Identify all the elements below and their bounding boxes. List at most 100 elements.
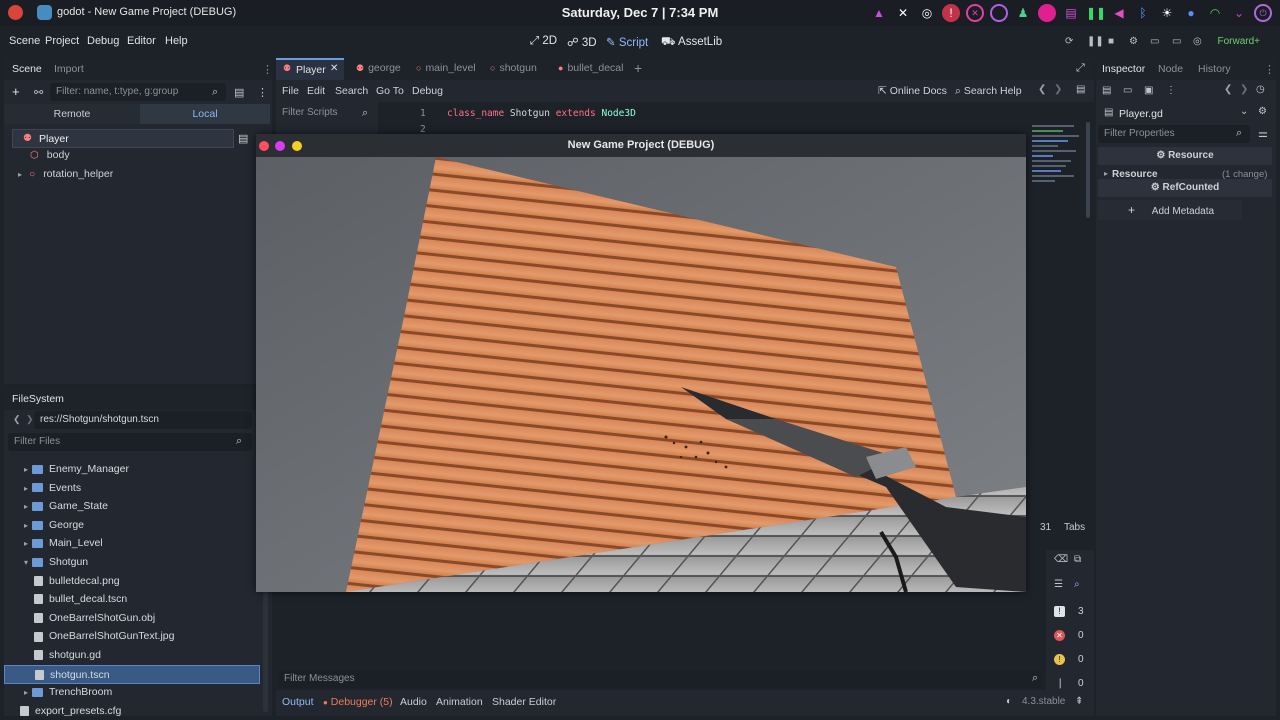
script-tab-shotgun[interactable]: ○ shotgun [490,62,537,74]
stop-button[interactable]: ■ [1108,36,1114,47]
chevron-right-icon[interactable]: ▸ [20,683,32,702]
file-tree-item[interactable]: ▸ Enemy_Manager [4,460,260,479]
file-tree-item[interactable]: ▸ TrenchBroom [4,683,260,702]
file-tree-item[interactable]: OneBarrelShotGunText.jpg [4,627,260,646]
dock-menu-icon[interactable]: ⋮ [1264,63,1275,76]
clipboard-icon[interactable]: ▤ [1062,4,1080,22]
script-menu-search[interactable]: Search [335,85,368,97]
notification-icon[interactable]: ▲ [870,4,888,22]
chevron-right-icon[interactable]: ▸ [20,534,32,553]
menu-scene[interactable]: Scene [9,35,40,47]
errors-icon[interactable]: ✕ [1054,630,1065,641]
path-field[interactable]: res://Shotgun/shotgun.tscn [34,411,252,429]
run-scene-icon[interactable]: ▭ [1150,36,1159,47]
search-toggle-icon[interactable]: ⌕ [1074,579,1080,590]
script-tab-bullet-decal[interactable]: ● bullet_decal [558,62,623,74]
toggle-panel-icon[interactable]: ▤ [1076,84,1085,95]
tab-import[interactable]: Import [54,63,84,75]
tab-shader-editor[interactable]: Shader Editor [492,696,556,708]
history-icon[interactable]: ◷ [1256,84,1265,95]
section-resource-header[interactable]: ⚙ Resource [1098,147,1272,165]
menu-editor[interactable]: Editor [127,35,156,47]
menu-debug[interactable]: Debug [87,35,119,47]
more-icon[interactable]: ⋮ [1166,85,1176,96]
volume-icon[interactable]: ◀ [1110,4,1128,22]
indent-mode[interactable]: Tabs [1064,522,1085,533]
warnings-icon[interactable]: ! [1054,654,1065,665]
save-icon[interactable]: ▣ [1144,85,1153,96]
remote-debug-icon[interactable]: ⚙ [1129,36,1138,47]
code-scrollbar[interactable] [1086,122,1090,218]
copy-icon[interactable]: ⧉ [1074,554,1081,565]
close-circle-icon[interactable]: ✕ [966,4,984,22]
file-tree-item[interactable]: ▸ George [4,516,260,535]
tab-inspector[interactable]: Inspector [1102,63,1145,75]
reload-icon[interactable]: ⟳ [1065,36,1073,47]
next-script-icon[interactable]: ❯ [1054,84,1062,95]
close-icon[interactable]: ✕ [330,63,338,74]
scene-menu-icon[interactable]: ⋮ [257,86,268,99]
tab-scene[interactable]: Scene [12,63,42,75]
section-refcounted-header[interactable]: ⚙ RefCounted [1098,179,1272,197]
menu-project[interactable]: Project [45,35,79,47]
alert-icon[interactable]: ! [942,4,960,22]
next-icon[interactable]: ❯ [1240,84,1248,95]
file-tree-item[interactable]: OneBarrelShotGun.obj [4,609,260,628]
back-icon[interactable]: ❮ [13,414,21,425]
dock-menu-icon[interactable]: ⋮ [262,63,273,76]
file-tree-item[interactable]: bullet_decal.tscn [4,590,260,609]
x-icon[interactable]: ✕ [894,4,912,22]
wifi-icon[interactable]: ◠ [1206,4,1224,22]
network-users-icon[interactable]: ♟ [1014,4,1032,22]
renderer-select[interactable]: Forward+ [1217,36,1260,47]
script-menu-file[interactable]: File [282,85,299,97]
script-attached-icon[interactable]: ▤ [238,132,248,145]
pause-icon[interactable]: ❚❚ [1086,4,1106,22]
script-tab-george[interactable]: ⚉ george [356,62,401,74]
tab-audio[interactable]: Audio [400,696,427,708]
workspace-assetlib-button[interactable]: ⛟ AssetLib [661,35,722,50]
filter-messages-input[interactable]: Filter Messages [278,670,1042,688]
game-viewport[interactable] [256,157,1026,592]
filter-files-input[interactable]: Filter Files [8,433,252,451]
tree-item-body[interactable]: ⬡ body [30,149,70,161]
forward-icon[interactable]: ❯ [26,414,34,425]
discord-icon[interactable]: ◎ [918,4,936,22]
tab-output[interactable]: Output [282,696,314,708]
script-tab-player[interactable]: ⚉ Player ✕ [276,58,344,80]
open-folder-icon[interactable]: ▭ [1123,85,1132,96]
run-custom-icon[interactable]: ▭ [1172,36,1181,47]
toggle-bottom-panel-icon[interactable]: ⇞ [1075,696,1083,707]
messages-icon[interactable]: ! [1054,606,1065,617]
game-window-titlebar[interactable]: New Game Project (DEBUG) [256,134,1026,157]
online-docs-button[interactable]: ⇱ Online Docs [878,85,947,97]
editor-messages-icon[interactable]: ❘ [1056,678,1064,689]
prev-icon[interactable]: ❮ [1224,84,1232,95]
brightness-icon[interactable]: ☀ [1158,4,1176,22]
local-tab[interactable]: Local [140,104,270,124]
chevron-right-icon[interactable]: ▸ [18,170,22,179]
chevron-down-icon[interactable]: ⌄ [1240,106,1248,117]
add-tab-icon[interactable]: + [634,60,642,76]
collapse-icon[interactable]: ☰ [1054,579,1063,590]
object-properties-icon[interactable]: ⚙ [1258,106,1267,117]
remote-tab[interactable]: Remote [4,104,140,124]
game-debug-window[interactable]: New Game Project (DEBUG) [256,134,1026,592]
chevron-right-icon[interactable]: ▸ [20,497,32,516]
file-tree-item[interactable]: ▸ Game_State [4,497,260,516]
scene-filter-input[interactable]: Filter: name, t:type, g:group [50,83,226,101]
record-icon[interactable] [1038,4,1056,22]
clear-icon[interactable]: ⌫ [1054,554,1068,565]
resource-picker[interactable]: ▤ Player.gd ⌄ [1100,104,1250,122]
file-tree-item[interactable]: bulletdecal.png [4,572,260,591]
tab-debugger[interactable]: ● Debugger (5) [323,696,393,708]
movie-maker-icon[interactable]: ◎ [1193,36,1202,47]
chevron-right-icon[interactable]: ▸ [20,460,32,479]
tree-item-rotation-helper[interactable]: ▸ ○ rotation_helper [18,168,113,180]
microphone-icon[interactable]: ● [1182,4,1200,22]
filter-options-icon[interactable]: ⚌ [1258,127,1268,140]
version-label[interactable]: 4.3.stable [1022,696,1065,707]
script-tab-main-level[interactable]: ○ main_level [416,62,476,74]
file-tree-item[interactable]: ▾ Shotgun [4,553,260,572]
file-tree-item[interactable]: shotgun.tscn [4,664,260,684]
